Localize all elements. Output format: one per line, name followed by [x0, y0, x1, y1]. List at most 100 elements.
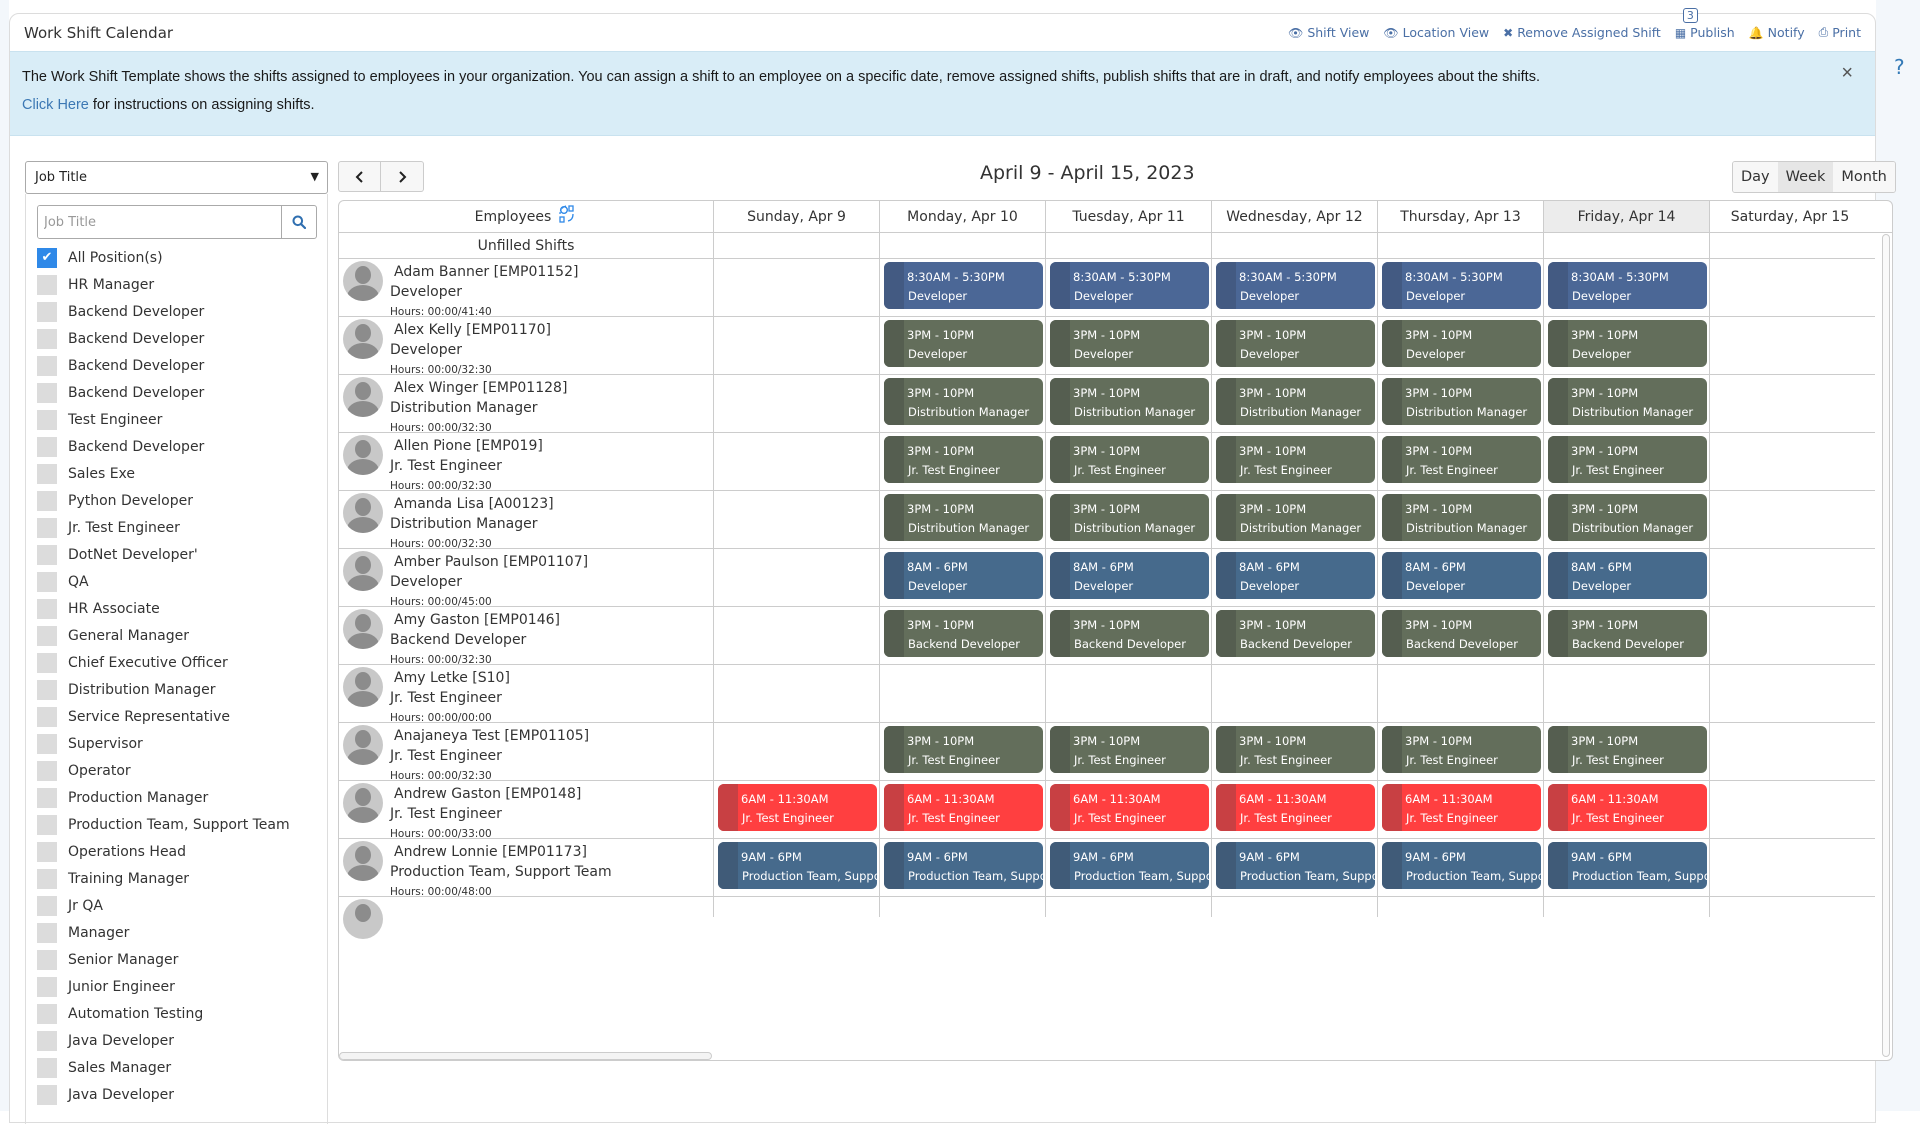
next-week-button[interactable]: [381, 161, 424, 192]
day-cell[interactable]: [1710, 839, 1876, 896]
horizontal-scrollbar[interactable]: [339, 1052, 712, 1060]
day-cell[interactable]: 3PM - 10PM Jr. Test Engineer: [1212, 723, 1378, 780]
position-checkbox[interactable]: [37, 274, 57, 295]
position-option[interactable]: General Manager: [37, 622, 322, 649]
shift-block[interactable]: 3PM - 10PM Backend Developer: [1216, 610, 1375, 657]
shift-block[interactable]: 9AM - 6PM Production Team, Support Team: [1216, 842, 1375, 889]
day-cell[interactable]: [1046, 897, 1212, 917]
day-cell[interactable]: 6AM - 11:30AM Jr. Test Engineer: [1046, 781, 1212, 838]
position-option[interactable]: Jr QA: [37, 892, 322, 919]
day-cell[interactable]: 3PM - 10PM Developer: [1378, 317, 1544, 374]
position-option[interactable]: HR Associate: [37, 595, 322, 622]
day-cell[interactable]: [714, 317, 880, 374]
position-option[interactable]: Sales Manager: [37, 1054, 322, 1081]
shift-block[interactable]: 8:30AM - 5:30PM Developer: [884, 262, 1043, 309]
position-checkbox[interactable]: [37, 625, 57, 646]
position-option[interactable]: Backend Developer: [37, 298, 322, 325]
day-cell[interactable]: 3PM - 10PM Developer: [1212, 317, 1378, 374]
position-option[interactable]: Manager: [37, 919, 322, 946]
day-cell[interactable]: [714, 723, 880, 780]
employee-name[interactable]: Amy Letke [S10]: [394, 670, 510, 686]
day-cell[interactable]: 9AM - 6PM Production Team, Support Team: [1212, 839, 1378, 896]
day-cell[interactable]: [1378, 665, 1544, 722]
shift-block[interactable]: 9AM - 6PM Production Team, Support Team: [1382, 842, 1541, 889]
position-checkbox[interactable]: [37, 922, 57, 943]
employee-name[interactable]: Amanda Lisa [A00123]: [394, 496, 554, 512]
shift-block[interactable]: 3PM - 10PM Distribution Manager: [1548, 494, 1707, 541]
position-checkbox[interactable]: [37, 517, 57, 538]
employee-name[interactable]: Andrew Gaston [EMP0148]: [394, 786, 581, 802]
position-option[interactable]: Backend Developer: [37, 379, 322, 406]
employee-name[interactable]: Adam Banner [EMP01152]: [394, 264, 578, 280]
shift-block[interactable]: 3PM - 10PM Jr. Test Engineer: [1382, 436, 1541, 483]
position-checkbox[interactable]: ✔: [37, 247, 57, 268]
day-cell[interactable]: [714, 549, 880, 606]
shift-block[interactable]: 3PM - 10PM Jr. Test Engineer: [1216, 436, 1375, 483]
shift-block[interactable]: 3PM - 10PM Jr. Test Engineer: [1548, 726, 1707, 773]
position-checkbox[interactable]: [37, 814, 57, 835]
position-checkbox[interactable]: [37, 490, 57, 511]
shift-block[interactable]: 3PM - 10PM Distribution Manager: [1382, 378, 1541, 425]
day-cell[interactable]: [1378, 233, 1544, 258]
day-cell[interactable]: 6AM - 11:30AM Jr. Test Engineer: [880, 781, 1046, 838]
day-cell[interactable]: 3PM - 10PM Backend Developer: [1378, 607, 1544, 664]
day-cell[interactable]: 3PM - 10PM Jr. Test Engineer: [1544, 433, 1710, 490]
day-cell[interactable]: 3PM - 10PM Backend Developer: [880, 607, 1046, 664]
day-cell[interactable]: 8:30AM - 5:30PM Developer: [1544, 259, 1710, 316]
position-option[interactable]: Jr. Test Engineer: [37, 514, 322, 541]
shift-view-button[interactable]: 👁 Shift View: [1288, 25, 1369, 40]
day-cell[interactable]: 6AM - 11:30AM Jr. Test Engineer: [1544, 781, 1710, 838]
day-cell[interactable]: 8AM - 6PM Developer: [1544, 549, 1710, 606]
position-checkbox[interactable]: [37, 1057, 57, 1078]
day-cell[interactable]: 3PM - 10PM Distribution Manager: [1544, 375, 1710, 432]
day-cell[interactable]: 3PM - 10PM Distribution Manager: [1212, 491, 1378, 548]
shift-block[interactable]: 8AM - 6PM Developer: [884, 552, 1043, 599]
day-cell[interactable]: 3PM - 10PM Distribution Manager: [1378, 491, 1544, 548]
position-checkbox[interactable]: [37, 382, 57, 403]
day-cell[interactable]: 3PM - 10PM Jr. Test Engineer: [1046, 433, 1212, 490]
shift-block[interactable]: 6AM - 11:30AM Jr. Test Engineer: [1382, 784, 1541, 831]
day-cell[interactable]: 3PM - 10PM Developer: [1046, 317, 1212, 374]
position-checkbox[interactable]: [37, 436, 57, 457]
print-button[interactable]: ⎙ Print: [1819, 25, 1861, 40]
employee-name[interactable]: Anajaneya Test [EMP01105]: [394, 728, 589, 744]
day-cell[interactable]: 8:30AM - 5:30PM Developer: [880, 259, 1046, 316]
day-cell[interactable]: [1046, 665, 1212, 722]
day-cell[interactable]: 6AM - 11:30AM Jr. Test Engineer: [714, 781, 880, 838]
filter-type-select[interactable]: Job Title ▼: [25, 161, 328, 194]
day-cell[interactable]: 9AM - 6PM Production Team, Support Team: [714, 839, 880, 896]
day-cell[interactable]: 3PM - 10PM Distribution Manager: [880, 375, 1046, 432]
position-checkbox[interactable]: [37, 733, 57, 754]
shift-block[interactable]: 8:30AM - 5:30PM Developer: [1548, 262, 1707, 309]
shift-block[interactable]: 3PM - 10PM Jr. Test Engineer: [1382, 726, 1541, 773]
day-cell[interactable]: 6AM - 11:30AM Jr. Test Engineer: [1212, 781, 1378, 838]
location-view-button[interactable]: 👁 Location View: [1383, 25, 1489, 40]
shift-block[interactable]: 3PM - 10PM Developer: [1216, 320, 1375, 367]
day-cell[interactable]: [1710, 259, 1876, 316]
position-checkbox[interactable]: [37, 1003, 57, 1024]
position-option[interactable]: Automation Testing: [37, 1000, 322, 1027]
day-cell[interactable]: [880, 233, 1046, 258]
shift-block[interactable]: 8AM - 6PM Developer: [1050, 552, 1209, 599]
position-option[interactable]: HR Manager: [37, 271, 322, 298]
position-option[interactable]: Junior Engineer: [37, 973, 322, 1000]
shift-block[interactable]: 3PM - 10PM Backend Developer: [1548, 610, 1707, 657]
shift-block[interactable]: 3PM - 10PM Distribution Manager: [884, 494, 1043, 541]
position-checkbox[interactable]: [37, 328, 57, 349]
click-here-link[interactable]: Click Here: [22, 97, 89, 113]
view-week-button[interactable]: Week: [1777, 162, 1834, 192]
position-checkbox[interactable]: [37, 652, 57, 673]
day-cell[interactable]: [1212, 665, 1378, 722]
employee-name[interactable]: Amber Paulson [EMP01107]: [394, 554, 588, 570]
position-option[interactable]: Senior Manager: [37, 946, 322, 973]
shift-block[interactable]: 3PM - 10PM Distribution Manager: [1216, 378, 1375, 425]
day-cell[interactable]: 3PM - 10PM Jr. Test Engineer: [880, 723, 1046, 780]
day-cell[interactable]: 9AM - 6PM Production Team, Support Team: [1378, 839, 1544, 896]
day-cell[interactable]: 8AM - 6PM Developer: [1046, 549, 1212, 606]
day-cell[interactable]: [880, 665, 1046, 722]
shift-block[interactable]: 3PM - 10PM Distribution Manager: [1050, 378, 1209, 425]
day-cell[interactable]: 3PM - 10PM Developer: [1544, 317, 1710, 374]
shift-block[interactable]: 6AM - 11:30AM Jr. Test Engineer: [884, 784, 1043, 831]
position-checkbox[interactable]: [37, 841, 57, 862]
day-cell[interactable]: 8:30AM - 5:30PM Developer: [1212, 259, 1378, 316]
